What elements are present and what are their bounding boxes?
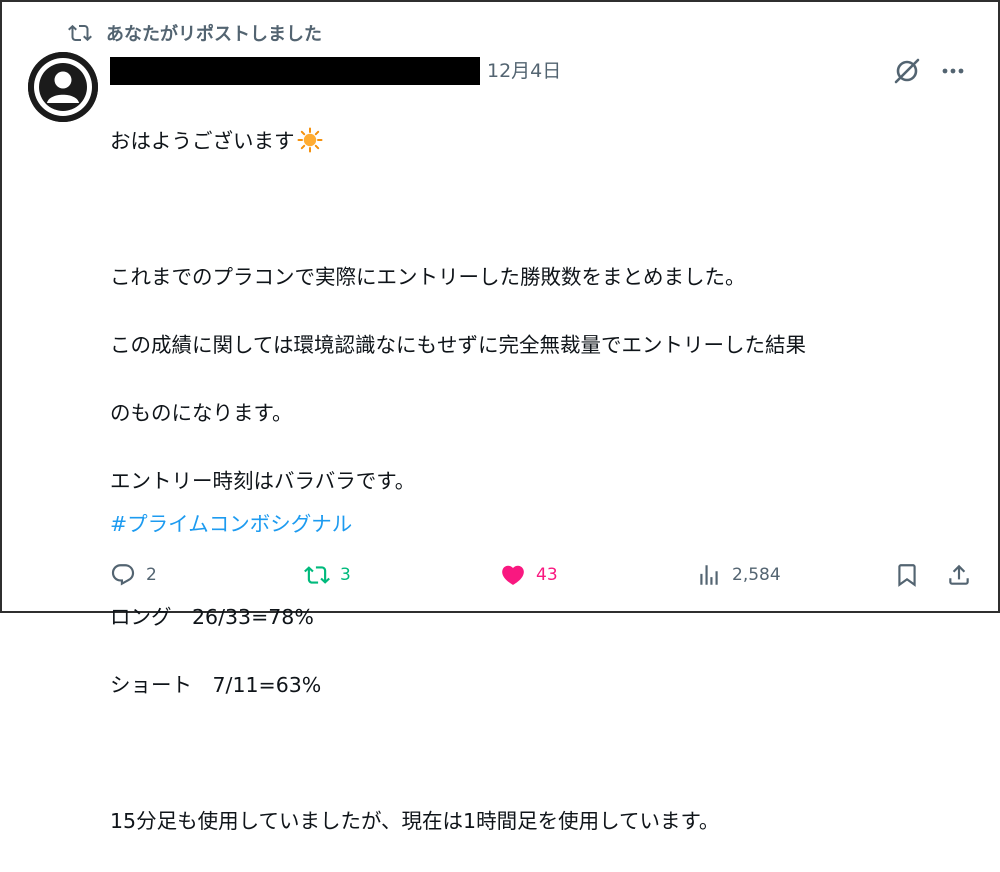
views-count: 2,584 xyxy=(732,565,781,585)
redacted-display-name[interactable] xyxy=(110,57,480,85)
post-line: ロング 26/33=78% xyxy=(110,605,314,629)
post-line: この成績に関しては環境認識なにもせずに完全無裁量でエントリーした結果 xyxy=(110,333,806,357)
post-line: これまでのプラコンで実際にエントリーした勝敗数をまとめました。 xyxy=(110,265,746,289)
heart-icon xyxy=(502,565,524,585)
more-icon[interactable] xyxy=(938,56,968,86)
post-top-actions xyxy=(890,54,968,88)
sun-emoji-icon xyxy=(297,127,322,153)
bookmark-button[interactable] xyxy=(894,562,920,588)
hashtag-link[interactable]: #プライムコンボシグナル xyxy=(110,507,352,537)
grok-icon[interactable] xyxy=(890,54,924,88)
repost-count: 3 xyxy=(340,565,351,585)
share-icon xyxy=(949,564,969,585)
reply-icon xyxy=(111,564,135,586)
avatar[interactable] xyxy=(28,52,98,122)
share-button[interactable] xyxy=(946,562,972,588)
views-button[interactable]: 2,584 xyxy=(696,562,781,588)
repost-button[interactable]: 3 xyxy=(304,562,351,588)
default-profile-icon xyxy=(28,52,98,122)
views-chart-icon xyxy=(700,565,718,585)
action-bar: 2 3 43 2,584 xyxy=(110,562,976,596)
like-button[interactable]: 43 xyxy=(500,562,558,588)
post-line: おはようございます xyxy=(110,124,980,158)
post-line xyxy=(110,736,980,770)
post-line: エントリー時刻はバラバラです。 xyxy=(110,469,416,493)
post-line xyxy=(110,192,980,226)
reply-button[interactable]: 2 xyxy=(110,562,157,588)
reply-count: 2 xyxy=(146,565,157,585)
post-line xyxy=(110,532,980,566)
bookmark-icon xyxy=(898,564,916,587)
post-card: あなたがリポストしました 12月4日 おはようございます これまでのプラコンで実… xyxy=(0,0,1000,833)
repost-icon xyxy=(304,566,330,584)
like-count: 43 xyxy=(536,565,558,585)
post-date[interactable]: 12月4日 xyxy=(487,56,561,83)
repost-icon xyxy=(68,24,92,42)
post-body: おはようございます これまでのプラコンで実際にエントリーした勝敗数をまとめました… xyxy=(110,90,980,872)
repost-banner: あなたがリポストしました xyxy=(68,20,322,46)
repost-banner-text: あなたがリポストしました xyxy=(106,24,322,45)
post-line: ショート 7/11=63% xyxy=(110,673,322,697)
post-line: 15分足も使用していましたが、現在は1時間足を使用しています。 xyxy=(110,809,720,833)
post-line: のものになります。 xyxy=(110,401,293,425)
